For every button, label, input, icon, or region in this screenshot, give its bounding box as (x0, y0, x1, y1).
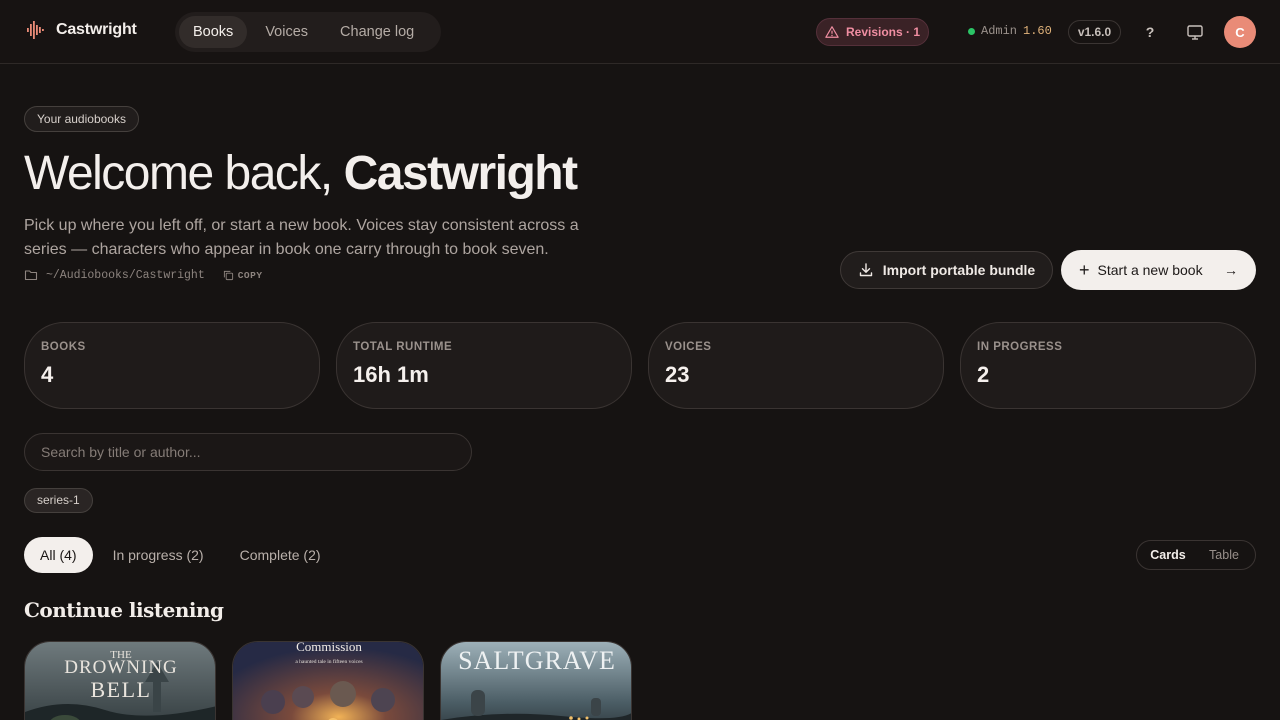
start-label: Start a new book (1097, 262, 1203, 278)
continue-listening-heading: Continue listening (24, 598, 224, 622)
start-new-book-button[interactable]: + Start a new book → (1061, 250, 1256, 290)
page-subtitle: Pick up where you left off, or start a n… (24, 217, 579, 258)
revisions-button[interactable]: Revisions · 1 (816, 18, 929, 46)
admin-label: Admin (981, 24, 1018, 38)
revisions-label: Revisions · 1 (845, 25, 921, 39)
stat-label: VOICES (665, 341, 712, 353)
stat-value: 2 (977, 362, 990, 387)
path-text: ~/Audiobooks/Castwright (46, 268, 205, 282)
stat-label: IN PROGRESS (977, 341, 1063, 353)
app-name: Castwright (56, 21, 137, 38)
greeting-text: Welcome back, (24, 147, 344, 200)
filter-complete[interactable]: Complete (2) (224, 537, 337, 573)
stat-in-progress: IN PROGRESS 2 (960, 322, 1256, 409)
book-cover-commission[interactable]: Commission a haunted tale in fifteen voi… (232, 641, 424, 720)
search-input[interactable] (24, 433, 472, 471)
nav-voices[interactable]: Voices (251, 16, 322, 48)
admin-status: Admin 1.60 (968, 24, 1052, 38)
cover-art: THE DROWNING BELL (25, 642, 215, 720)
copy-path-button[interactable]: COPY (223, 270, 263, 281)
cover-art: SALTGRAVE (441, 642, 631, 720)
cover-subtitle: a haunted tale in fifteen voices (295, 658, 362, 665)
nav-books[interactable]: Books (179, 16, 248, 48)
stat-books: BOOKS 4 (24, 322, 320, 409)
stat-voices: VOICES 23 (648, 322, 944, 409)
copy-label: COPY (237, 269, 263, 281)
filter-all[interactable]: All (4) (24, 537, 93, 573)
cover-art: Commission a haunted tale in fifteen voi… (233, 642, 423, 720)
view-table-button[interactable]: Table (1196, 543, 1252, 567)
stat-value: 23 (665, 362, 690, 387)
main-nav: Books Voices Change log (175, 12, 441, 52)
help-icon[interactable]: ? (1140, 22, 1160, 42)
view-cards-button[interactable]: Cards (1140, 543, 1196, 567)
stat-total-runtime: TOTAL RUNTIME 16h 1m (336, 322, 632, 409)
stat-value: 4 (41, 362, 54, 387)
import-bundle-button[interactable]: Import portable bundle (840, 251, 1053, 289)
status-dot-icon (968, 27, 975, 35)
section-chip: Your audiobooks (24, 106, 139, 132)
stat-value: 16h 1m (353, 362, 429, 387)
arrow-right-icon: → (1224, 262, 1238, 278)
user-name: Castwright (343, 147, 579, 200)
library-path: ~/Audiobooks/Castwright COPY (24, 268, 263, 282)
view-toggle: Cards Table (1136, 540, 1256, 570)
folder-icon (24, 270, 38, 281)
plus-icon: + (1079, 260, 1090, 280)
filter-in-progress[interactable]: In progress (2) (97, 537, 220, 573)
download-icon (859, 263, 872, 277)
book-cover-saltgrave[interactable]: SALTGRAVE (440, 641, 632, 720)
top-bar: Castwright Books Voices Change log Revis… (0, 0, 1280, 64)
cover-title-2: DROWNING (64, 657, 178, 678)
book-cover-drowning-bell[interactable]: THE DROWNING BELL (24, 641, 216, 720)
warning-triangle-icon (825, 26, 839, 38)
import-label: Import portable bundle (882, 262, 1036, 278)
brand[interactable]: Castwright (26, 20, 137, 40)
page-title: Welcome back, Castwright (24, 146, 579, 201)
cover-title: SALTGRAVE (458, 646, 616, 675)
version-badge[interactable]: v1.6.0 (1068, 20, 1121, 44)
stat-label: TOTAL RUNTIME (353, 341, 453, 353)
copy-icon (223, 270, 233, 280)
admin-value: 1.60 (1023, 24, 1052, 38)
avatar[interactable]: C (1224, 16, 1256, 48)
waveform-logo-icon (27, 21, 44, 39)
cover-title: Commission (296, 642, 362, 654)
series-tag[interactable]: series-1 (24, 488, 93, 513)
status-filter-tabs: All (4) In progress (2) Complete (2) (24, 537, 337, 573)
nav-change-log[interactable]: Change log (326, 16, 428, 48)
stat-label: BOOKS (41, 341, 86, 353)
cover-title-3: BELL (91, 677, 152, 702)
monitor-icon[interactable] (1185, 22, 1205, 42)
